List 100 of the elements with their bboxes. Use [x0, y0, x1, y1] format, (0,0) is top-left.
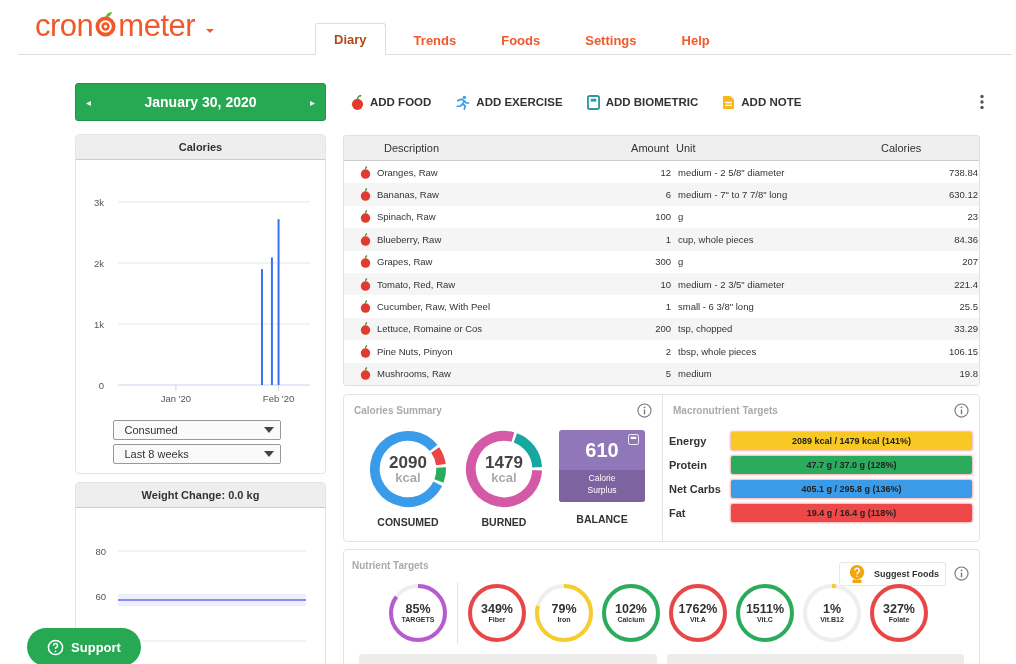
progress-ring	[734, 581, 796, 644]
ring-label: BALANCE	[576, 512, 628, 525]
food-row[interactable]: Grapes, Raw 300 g 207	[344, 250, 979, 273]
axis-label: Feb '20	[262, 393, 295, 404]
logo-text: meter	[118, 8, 196, 44]
table-cell-text: Grapes, Raw	[377, 256, 434, 268]
table-cell-text: Lettuce, Romaine or Cos	[377, 323, 484, 335]
table-cell-text: 200	[654, 323, 671, 335]
tab[interactable]: Diary	[315, 23, 386, 55]
progress-ring	[600, 581, 662, 644]
progress-ring	[387, 581, 449, 644]
scale-icon	[628, 433, 639, 445]
runner-icon	[455, 94, 471, 110]
apple-icon	[360, 188, 371, 202]
macro-label: Fat	[669, 506, 687, 519]
column-header[interactable]: Calories	[881, 142, 934, 154]
caret-icon	[263, 451, 274, 457]
macro-bar: 2089 kcal / 1479 kcal (141%)	[731, 431, 972, 450]
food-row[interactable]: Oranges, Raw 12 medium - 2 5/8" diameter 738.84	[344, 161, 979, 184]
food-row[interactable]: Cucumber, Raw, With Peel 1 small - 6 3/8" long 25.5	[344, 295, 979, 318]
table-cell-text: g	[678, 256, 685, 268]
action-button[interactable]: ADD EXERCISE	[455, 94, 563, 110]
ring-unit: kcal	[395, 470, 421, 485]
info-icon[interactable]	[637, 402, 652, 418]
action-button[interactable]: ADD NOTE	[722, 94, 802, 110]
table-cell-text: 2	[664, 345, 671, 357]
help-icon	[47, 638, 65, 656]
action-button[interactable]: ADD FOOD	[351, 94, 432, 110]
axis-label: 0	[98, 380, 104, 391]
dropdown[interactable]: Last 8 weeks	[112, 444, 281, 464]
ring-value: 79%	[551, 602, 577, 617]
apple-icon	[360, 344, 371, 358]
food-row[interactable]: Spinach, Raw 100 g 23	[344, 205, 979, 229]
progress-ring	[801, 581, 863, 644]
ring-label: BURNED	[481, 515, 527, 528]
macro-label: Net Carbs	[669, 482, 722, 495]
ring-value: 327%	[883, 602, 915, 617]
apple-icon	[360, 322, 371, 336]
caret-icon[interactable]	[205, 28, 216, 34]
column-header[interactable]: Description	[384, 142, 626, 154]
info-icon[interactable]	[954, 566, 969, 582]
table-cell-text: 23	[966, 211, 978, 223]
panel-title: Weight Change: 0.0 kg	[76, 483, 325, 508]
table-cell-text: 106.15	[947, 345, 978, 357]
food-row[interactable]: Mushrooms, Raw 5 medium 19.8	[344, 362, 979, 385]
table-cell-text: Bananas, Raw	[377, 189, 440, 201]
table-cell-text: cup, whole pieces	[678, 233, 755, 245]
axis-label: Jan '20	[160, 393, 192, 404]
axis-label: 2k	[93, 258, 104, 269]
table-cell-text: medium - 7" to 7 7/8" long	[678, 189, 789, 201]
table-cell-text: Oranges, Raw	[377, 166, 439, 178]
food-row[interactable]: Bananas, Raw 6 medium - 7" to 7 7/8" long 630.12	[344, 183, 979, 206]
table-cell-text: 10	[659, 278, 671, 290]
balance-caption: Calorie Surplus	[559, 469, 645, 502]
table-cell-text: medium - 2 5/8" diameter	[678, 166, 786, 178]
ring-value: 85%	[405, 602, 431, 617]
axis-label: 60	[95, 591, 106, 602]
column-header[interactable]: Amount	[626, 142, 669, 154]
caret-icon	[263, 427, 274, 433]
table-cell-text: 84.36	[953, 233, 978, 245]
table-cell-text: 630.12	[947, 189, 978, 201]
apple-icon	[360, 277, 371, 291]
table-cell-text: 221.4	[953, 278, 978, 290]
dropdown[interactable]: Consumed	[112, 420, 281, 440]
ring-value: 349%	[481, 602, 513, 617]
panel-title: Calories Summary	[354, 404, 442, 416]
table-cell-text: 300	[654, 256, 671, 268]
apple-icon	[351, 94, 364, 110]
apple-icon	[360, 255, 371, 269]
macro-label: Energy	[669, 434, 708, 447]
table-cell-text: Mushrooms, Raw	[377, 368, 452, 380]
ring-unit: kcal	[491, 470, 517, 485]
table-cell-text: 738.84	[947, 166, 978, 178]
table-cell-text: Cucumber, Raw, With Peel	[377, 301, 491, 313]
table-cell-text: 5	[664, 368, 671, 380]
food-row[interactable]: Lettuce, Romaine or Cos 200 tsp, chopped 33.29	[344, 317, 979, 341]
macro-bar: 405.1 g / 295.8 g (136%)	[731, 479, 972, 498]
macro-label: Protein	[669, 458, 708, 471]
column-header[interactable]: Unit	[676, 142, 881, 154]
ring-value: 102%	[615, 602, 647, 617]
apple-icon	[360, 232, 371, 246]
food-row[interactable]: Blueberry, Raw 1 cup, whole pieces 84.36	[344, 228, 979, 251]
note-icon	[722, 94, 736, 110]
axis-label: 1k	[93, 319, 104, 330]
table-cell-text: tsp, chopped	[678, 323, 734, 335]
apple-icon	[360, 367, 371, 381]
suggest-foods-button[interactable]: Suggest Foods	[839, 561, 946, 586]
axis-label: 3k	[93, 197, 104, 208]
more-options-button[interactable]	[980, 94, 984, 110]
food-row[interactable]: Pine Nuts, Pinyon 2 tbsp, whole pieces 106.15	[344, 340, 979, 363]
action-button[interactable]: ADD BIOMETRIC	[586, 94, 699, 110]
table-cell-text: Spinach, Raw	[377, 211, 437, 223]
food-row[interactable]: Tomato, Red, Raw 10 medium - 2 3/5" diameter 221.4	[344, 272, 979, 296]
progress-ring	[466, 581, 528, 644]
table-cell-text: medium	[678, 368, 713, 380]
ring-value: 1511%	[745, 602, 785, 617]
ring-value: 1762%	[678, 602, 718, 617]
info-icon[interactable]	[954, 402, 969, 418]
table-cell-text: 33.29	[953, 323, 978, 335]
table-cell-text: g	[678, 211, 685, 223]
